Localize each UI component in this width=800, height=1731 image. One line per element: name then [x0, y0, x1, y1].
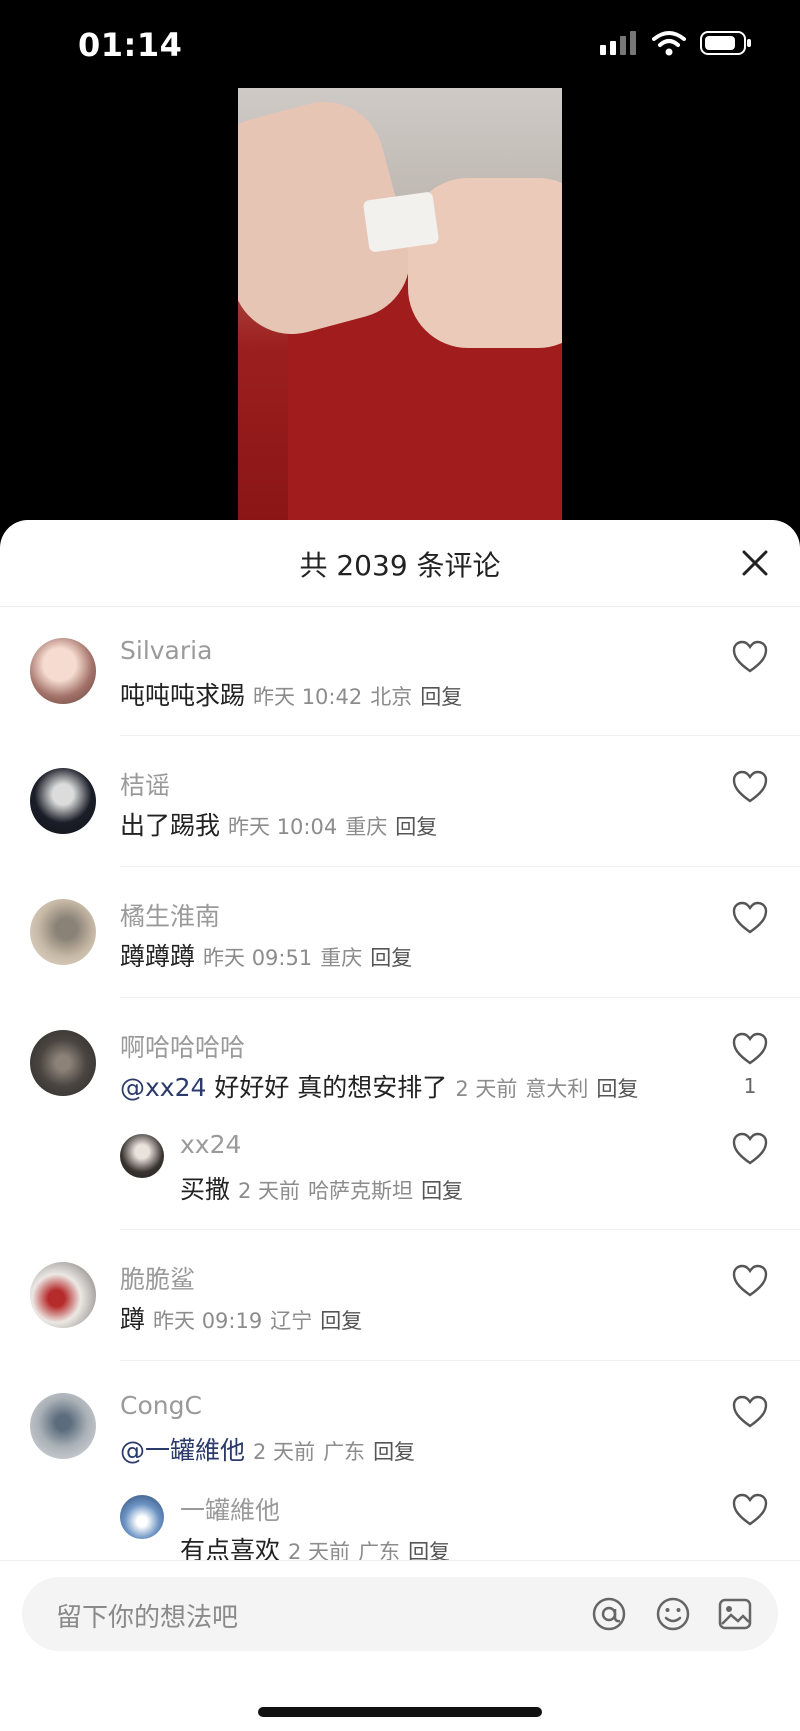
- avatar[interactable]: [120, 1495, 164, 1539]
- comment-location: 重庆: [345, 815, 388, 839]
- video-player[interactable]: [238, 88, 562, 520]
- avatar[interactable]: [30, 768, 96, 834]
- emoji-icon[interactable]: [654, 1595, 692, 1633]
- comment-location: 广东: [323, 1440, 366, 1464]
- comment-author[interactable]: xx24: [180, 1130, 241, 1159]
- comment-item: 啊哈哈哈哈 @xx24 好好好 真的想安排了 2 天前 意大利 回复 1 xx24 买…: [0, 998, 800, 1230]
- comment-location: 意大利: [525, 1077, 589, 1101]
- reply-button[interactable]: 回复: [373, 1440, 415, 1464]
- comment-time: 昨天 09:51: [203, 946, 313, 970]
- comment-text: 买撒: [180, 1175, 231, 1204]
- reply-button[interactable]: 回复: [370, 946, 412, 970]
- comment-input-bar: 留下你的想法吧: [0, 1560, 800, 1731]
- mention-link[interactable]: @一罐維他: [120, 1436, 245, 1465]
- video-label-tag: [362, 191, 440, 253]
- status-icons: [600, 30, 752, 56]
- reply-button[interactable]: 回复: [421, 1179, 463, 1203]
- heart-icon[interactable]: [732, 1493, 768, 1527]
- reply-button[interactable]: 回复: [420, 685, 462, 709]
- comments-sheet: 共 2039 条评论 Silvaria 吨吨吨求踢 昨天 10:42 北京 回复 桔谣…: [0, 520, 800, 1730]
- heart-icon[interactable]: [732, 640, 768, 674]
- comment-body: 买撒 2 天前 哈萨克斯坦 回复: [180, 1170, 463, 1206]
- heart-icon[interactable]: [732, 901, 768, 935]
- reply-button[interactable]: 回复: [395, 815, 437, 839]
- heart-icon[interactable]: [732, 1132, 768, 1166]
- at-icon[interactable]: [590, 1595, 628, 1633]
- comment-item: 脆脆鲨 蹲昨天 09:19 辽宁 回复: [0, 1230, 800, 1361]
- comment-author[interactable]: 脆脆鲨: [120, 1260, 195, 1296]
- home-indicator[interactable]: [258, 1707, 542, 1717]
- sheet-header: 共 2039 条评论: [0, 520, 800, 607]
- avatar[interactable]: [30, 1393, 96, 1459]
- comment-list[interactable]: Silvaria 吨吨吨求踢 昨天 10:42 北京 回复 桔谣 出了踢我 昨天 10:…: [0, 606, 800, 1566]
- wifi-icon: [652, 31, 686, 56]
- comment-time: 昨天 09:19: [153, 1309, 263, 1333]
- comment-time: 昨天 10:04: [228, 815, 338, 839]
- comment-count-title: 共 2039 条评论: [299, 549, 501, 582]
- avatar[interactable]: [30, 899, 96, 965]
- status-time: 01:14: [78, 26, 183, 64]
- battery-icon: [700, 31, 751, 55]
- input-placeholder: 留下你的想法吧: [56, 1603, 239, 1633]
- comment-body: 蹲昨天 09:19 辽宁 回复: [120, 1300, 362, 1336]
- avatar[interactable]: [30, 638, 96, 704]
- heart-icon[interactable]: [732, 770, 768, 804]
- status-bar: 01:14: [0, 0, 800, 88]
- comment-text: 出了踢我: [120, 811, 221, 840]
- comment-time: 2 天前: [238, 1179, 301, 1203]
- comment-text: 蹲: [120, 1305, 146, 1334]
- signal-icon: [600, 31, 636, 55]
- comment-author[interactable]: 橘生淮南: [120, 897, 220, 933]
- heart-icon[interactable]: [732, 1395, 768, 1429]
- comment-text: 吨吨吨求踢: [120, 681, 246, 710]
- image-icon[interactable]: [716, 1595, 754, 1633]
- mention-link[interactable]: @xx24: [120, 1073, 206, 1102]
- avatar[interactable]: [120, 1134, 164, 1178]
- comment-body: @一罐維他 2 天前 广东 回复: [120, 1431, 415, 1467]
- comment-item: 橘生淮南 蹲蹲蹲 昨天 09:51 重庆 回复: [0, 867, 800, 998]
- comment-location: 重庆: [320, 946, 363, 970]
- comment-time: 2 天前: [253, 1440, 316, 1464]
- comment-text: 好好好 真的想安排了: [206, 1073, 448, 1102]
- heart-icon[interactable]: [732, 1032, 768, 1066]
- comment-item: 桔谣 出了踢我 昨天 10:04 重庆 回复: [0, 736, 800, 867]
- comment-body: @xx24 好好好 真的想安排了 2 天前 意大利 回复: [120, 1068, 638, 1104]
- comment-time: 2 天前: [455, 1077, 518, 1101]
- comment-item: Silvaria 吨吨吨求踢 昨天 10:42 北京 回复: [0, 606, 800, 736]
- comment-author[interactable]: 桔谣: [120, 766, 170, 802]
- comment-time: 昨天 10:42: [253, 685, 363, 709]
- reply-button[interactable]: 回复: [320, 1309, 362, 1333]
- comment-author[interactable]: Silvaria: [120, 636, 212, 665]
- comment-text: 蹲蹲蹲: [120, 942, 196, 971]
- avatar[interactable]: [30, 1030, 96, 1096]
- reply-button[interactable]: 回复: [596, 1077, 638, 1101]
- comment-author[interactable]: 啊哈哈哈哈: [120, 1028, 245, 1064]
- comment-input[interactable]: 留下你的想法吧: [22, 1577, 778, 1651]
- comment-location: 北京: [370, 685, 413, 709]
- comment-author[interactable]: CongC: [120, 1391, 202, 1420]
- heart-icon[interactable]: [732, 1264, 768, 1298]
- comment-location: 辽宁: [270, 1309, 313, 1333]
- like-count: 1: [743, 1074, 757, 1098]
- close-icon[interactable]: [732, 540, 778, 586]
- comment-body: 蹲蹲蹲 昨天 09:51 重庆 回复: [120, 937, 412, 973]
- comment-location: 哈萨克斯坦: [308, 1179, 414, 1203]
- comment-body: 吨吨吨求踢 昨天 10:42 北京 回复: [120, 676, 462, 712]
- avatar[interactable]: [30, 1262, 96, 1328]
- comment-item: CongC @一罐維他 2 天前 广东 回复 一罐維他 有点喜欢 2 天前 广东 回复: [0, 1361, 800, 1566]
- comment-author[interactable]: 一罐維他: [180, 1491, 280, 1527]
- comment-body: 出了踢我 昨天 10:04 重庆 回复: [120, 806, 437, 842]
